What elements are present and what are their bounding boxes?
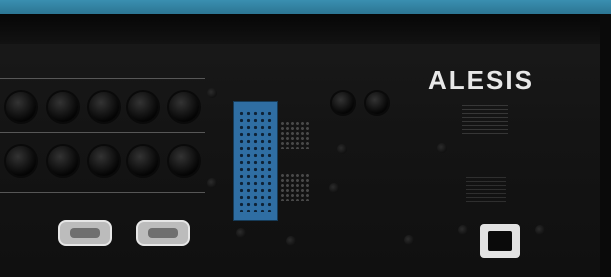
jack-row2-5 [169, 146, 199, 176]
dot-pattern-upper [280, 121, 310, 149]
top-blue-bar [0, 0, 611, 14]
top-rail [0, 14, 611, 44]
screw-9 [286, 236, 296, 246]
screw-8 [236, 228, 246, 238]
alesis-logo: ALESIS [428, 65, 534, 95]
rear-panel-scene: ALESIS [0, 0, 611, 277]
screw-4 [329, 183, 339, 193]
screw-5 [437, 143, 447, 153]
jack-row2-2 [48, 146, 78, 176]
dot-pattern-lower [280, 173, 310, 201]
jack-row1-5 [169, 92, 199, 122]
jack-row2-1 [6, 146, 36, 176]
screw-2 [207, 178, 217, 188]
jack-row2-3 [89, 146, 119, 176]
section-line-middle [0, 132, 205, 133]
dsub-connector-2 [136, 220, 190, 246]
power-socket [480, 224, 520, 258]
blue-multipin-connector [233, 101, 278, 221]
dsub-connector-1 [58, 220, 112, 246]
right-edge-shadow [600, 14, 611, 277]
screw-10 [404, 235, 414, 245]
screw-6 [458, 225, 468, 235]
section-line-top [0, 78, 205, 79]
power-rating-text [466, 177, 506, 205]
jack-row2-4 [128, 146, 158, 176]
jack-row1-1 [6, 92, 36, 122]
mid-jack-2 [366, 92, 388, 114]
jack-row1-2 [48, 92, 78, 122]
specification-text [462, 105, 508, 137]
mid-jack-1 [332, 92, 354, 114]
screw-3 [337, 144, 347, 154]
section-line-bottom [0, 192, 205, 193]
screw-1 [207, 88, 217, 98]
jack-row1-3 [89, 92, 119, 122]
jack-row1-4 [128, 92, 158, 122]
screw-7 [535, 225, 545, 235]
connector-pin-grid [238, 110, 273, 212]
